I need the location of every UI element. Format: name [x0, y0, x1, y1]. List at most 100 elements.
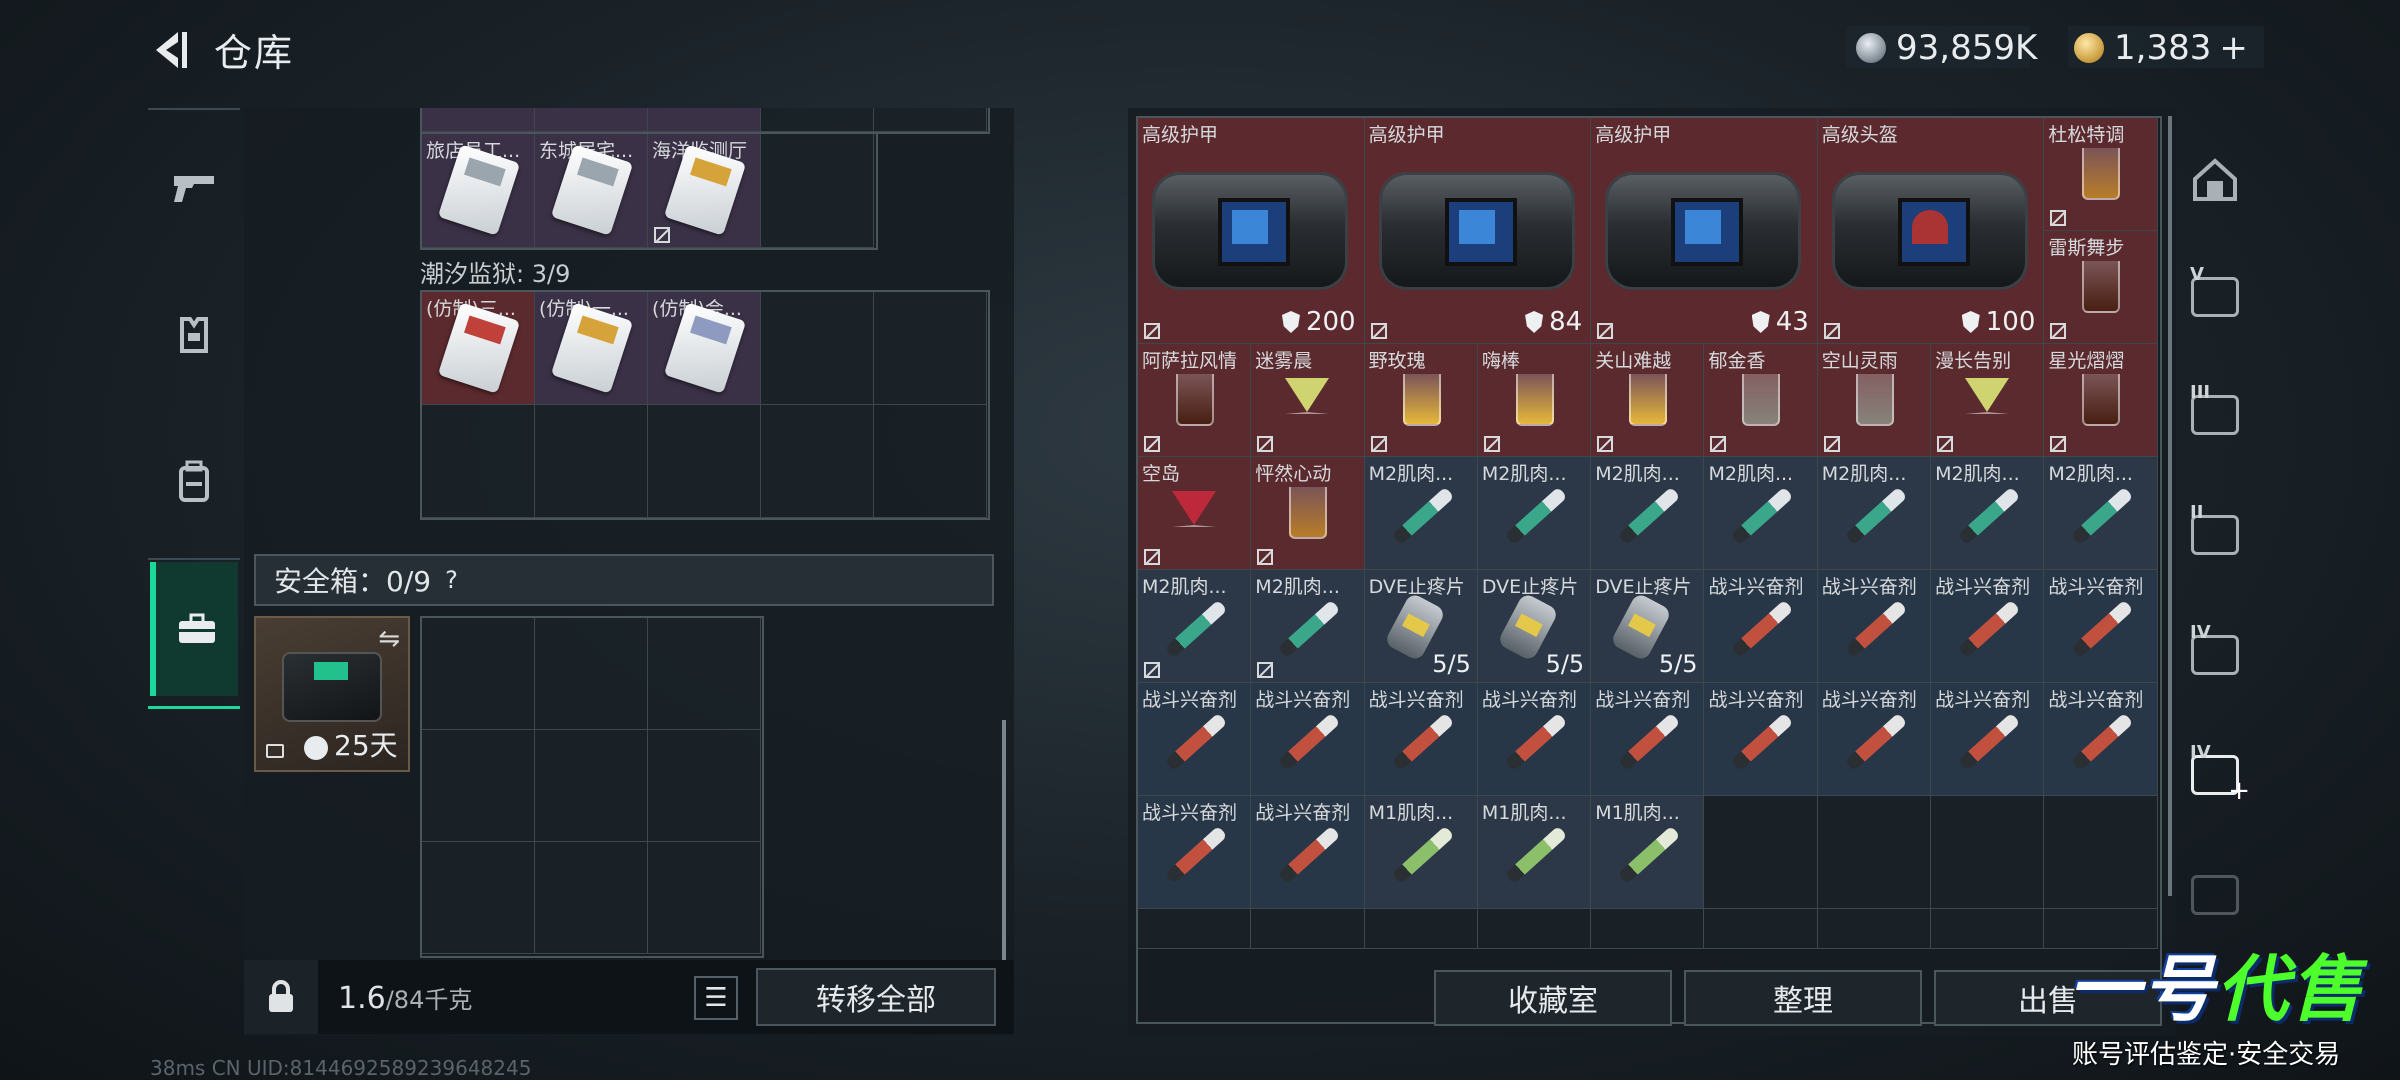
- stimulant-item[interactable]: 战斗兴奋剂: [1138, 796, 1252, 909]
- empty-slot[interactable]: [1364, 909, 1478, 949]
- empty-slot[interactable]: [1817, 796, 1932, 909]
- left-scrollbar[interactable]: [1002, 720, 1006, 960]
- rail-weapons[interactable]: [150, 124, 238, 254]
- bag-lock-button[interactable]: [244, 960, 318, 1034]
- drink-item[interactable]: 嗨棒: [1477, 344, 1592, 457]
- stimulant-item[interactable]: 战斗兴奋剂: [1704, 570, 1818, 683]
- drink-item[interactable]: 漫长告别: [1931, 344, 2045, 457]
- empty-slot[interactable]: [874, 292, 987, 405]
- stimulant-item[interactable]: 战斗兴奋剂: [1704, 683, 1818, 796]
- key-card-item[interactable]: (仿制)三...: [422, 292, 535, 405]
- empty-slot[interactable]: [2044, 796, 2158, 909]
- drink-item[interactable]: 野玫瑰: [1364, 344, 1478, 457]
- empty-slot[interactable]: [1251, 909, 1365, 949]
- rail-safebox[interactable]: [150, 562, 238, 696]
- drink-item[interactable]: 杜松特调: [2044, 118, 2158, 231]
- empty-slot[interactable]: [648, 405, 761, 518]
- m2-injector-item[interactable]: M2肌肉...: [2044, 457, 2158, 570]
- m1-injector-item[interactable]: M1肌肉...: [1364, 796, 1478, 909]
- empty-slot[interactable]: [761, 405, 874, 518]
- empty-slot[interactable]: [761, 134, 874, 248]
- empty-slot[interactable]: [535, 405, 648, 518]
- m1-injector-item[interactable]: M1肌肉...: [1477, 796, 1592, 909]
- m2-injector-item[interactable]: M2肌肉...: [1251, 570, 1365, 683]
- empty-slot[interactable]: [648, 730, 761, 842]
- empty-slot[interactable]: [1817, 909, 1932, 949]
- stimulant-item[interactable]: 战斗兴奋剂: [1817, 570, 1932, 683]
- stimulant-item[interactable]: 战斗兴奋剂: [1591, 683, 1705, 796]
- key-card-item[interactable]: 旅店员工...: [422, 134, 535, 248]
- empty-slot[interactable]: [535, 842, 648, 954]
- painkiller-item[interactable]: DVE止疼片 5/5: [1591, 570, 1705, 683]
- empty-slot[interactable]: [1591, 909, 1705, 949]
- drink-item[interactable]: 关山难越: [1591, 344, 1705, 457]
- safebox-item[interactable]: ⇋ 25天: [254, 616, 410, 772]
- m2-injector-item[interactable]: M2肌肉...: [1477, 457, 1592, 570]
- drink-item[interactable]: 空岛: [1138, 457, 1252, 570]
- stimulant-item[interactable]: 战斗兴奋剂: [1138, 683, 1252, 796]
- collection-room-button[interactable]: 收藏室: [1434, 970, 1672, 1026]
- transfer-all-button[interactable]: 转移全部: [756, 968, 996, 1026]
- armor-item[interactable]: 高级头盔 100: [1817, 118, 2045, 344]
- add-currency-icon[interactable]: +: [2219, 28, 2248, 68]
- drink-item[interactable]: 星光熠熠: [2044, 344, 2158, 457]
- drink-item[interactable]: 怦然心动: [1251, 457, 1365, 570]
- m1-injector-item[interactable]: M1肌肉...: [1591, 796, 1705, 909]
- rail-add-container[interactable]: IV +: [2180, 730, 2250, 820]
- empty-slot[interactable]: [422, 618, 535, 730]
- m2-injector-item[interactable]: M2肌肉...: [1364, 457, 1478, 570]
- empty-slot[interactable]: [1931, 909, 2045, 949]
- painkiller-item[interactable]: DVE止疼片 5/5: [1364, 570, 1478, 683]
- painkiller-item[interactable]: DVE止疼片 5/5: [1477, 570, 1592, 683]
- empty-slot[interactable]: [648, 842, 761, 954]
- m2-injector-item[interactable]: M2肌肉...: [1931, 457, 2045, 570]
- empty-slot[interactable]: [535, 618, 648, 730]
- rail-backpack[interactable]: [150, 416, 238, 546]
- armor-item[interactable]: 高级护甲 200: [1138, 118, 1365, 344]
- empty-slot[interactable]: [535, 730, 648, 842]
- rail-home[interactable]: [2180, 134, 2250, 224]
- back-arrow-icon[interactable]: [148, 28, 192, 72]
- swap-icon[interactable]: ⇋: [378, 624, 400, 654]
- stimulant-item[interactable]: 战斗兴奋剂: [1817, 683, 1932, 796]
- empty-slot[interactable]: [648, 618, 761, 730]
- right-scrollbar[interactable]: [2168, 116, 2172, 896]
- armor-item[interactable]: 高级护甲 43: [1591, 118, 1818, 344]
- help-icon[interactable]: ?: [445, 566, 458, 594]
- rail-container-3[interactable]: III: [2180, 370, 2250, 460]
- stimulant-item[interactable]: 战斗兴奋剂: [1251, 683, 1365, 796]
- empty-slot[interactable]: [422, 730, 535, 842]
- key-card-item[interactable]: 东城居宅...: [535, 134, 648, 248]
- drink-item[interactable]: 雷斯舞步: [2044, 231, 2158, 344]
- rail-container-5[interactable]: V: [2180, 252, 2250, 342]
- empty-slot[interactable]: [422, 405, 535, 518]
- empty-slot[interactable]: [1477, 909, 1592, 949]
- m2-injector-item[interactable]: M2肌肉...: [1591, 457, 1705, 570]
- stimulant-item[interactable]: 战斗兴奋剂: [1477, 683, 1592, 796]
- empty-slot[interactable]: [422, 842, 535, 954]
- stimulant-item[interactable]: 战斗兴奋剂: [2044, 570, 2158, 683]
- m2-injector-item[interactable]: M2肌肉...: [1704, 457, 1818, 570]
- drink-item[interactable]: 空山灵雨: [1817, 344, 1932, 457]
- stimulant-item[interactable]: 战斗兴奋剂: [1251, 796, 1365, 909]
- key-card-item[interactable]: 海洋监测厅: [648, 134, 761, 248]
- drink-item[interactable]: 迷雾晨: [1251, 344, 1365, 457]
- m2-injector-item[interactable]: M2肌肉...: [1138, 570, 1252, 683]
- organize-button[interactable]: 整理: [1684, 970, 1922, 1026]
- stimulant-item[interactable]: 战斗兴奋剂: [1931, 570, 2045, 683]
- rail-container-2[interactable]: II: [2180, 490, 2250, 580]
- key-card-item[interactable]: (仿制)一...: [535, 292, 648, 405]
- stimulant-item[interactable]: 战斗兴奋剂: [1364, 683, 1478, 796]
- key-card-item[interactable]: (仿制)会...: [648, 292, 761, 405]
- drink-item[interactable]: 阿萨拉风情: [1138, 344, 1252, 457]
- empty-slot[interactable]: [1704, 796, 1818, 909]
- empty-slot[interactable]: [761, 292, 874, 405]
- armor-item[interactable]: 高级护甲 84: [1364, 118, 1592, 344]
- empty-slot[interactable]: [1704, 909, 1818, 949]
- m2-injector-item[interactable]: M2肌肉...: [1817, 457, 1932, 570]
- drink-item[interactable]: 郁金香: [1704, 344, 1818, 457]
- stimulant-item[interactable]: 战斗兴奋剂: [1931, 683, 2045, 796]
- rail-container-4[interactable]: IV: [2180, 610, 2250, 700]
- rail-armor[interactable]: [150, 270, 238, 400]
- stimulant-item[interactable]: 战斗兴奋剂: [2044, 683, 2158, 796]
